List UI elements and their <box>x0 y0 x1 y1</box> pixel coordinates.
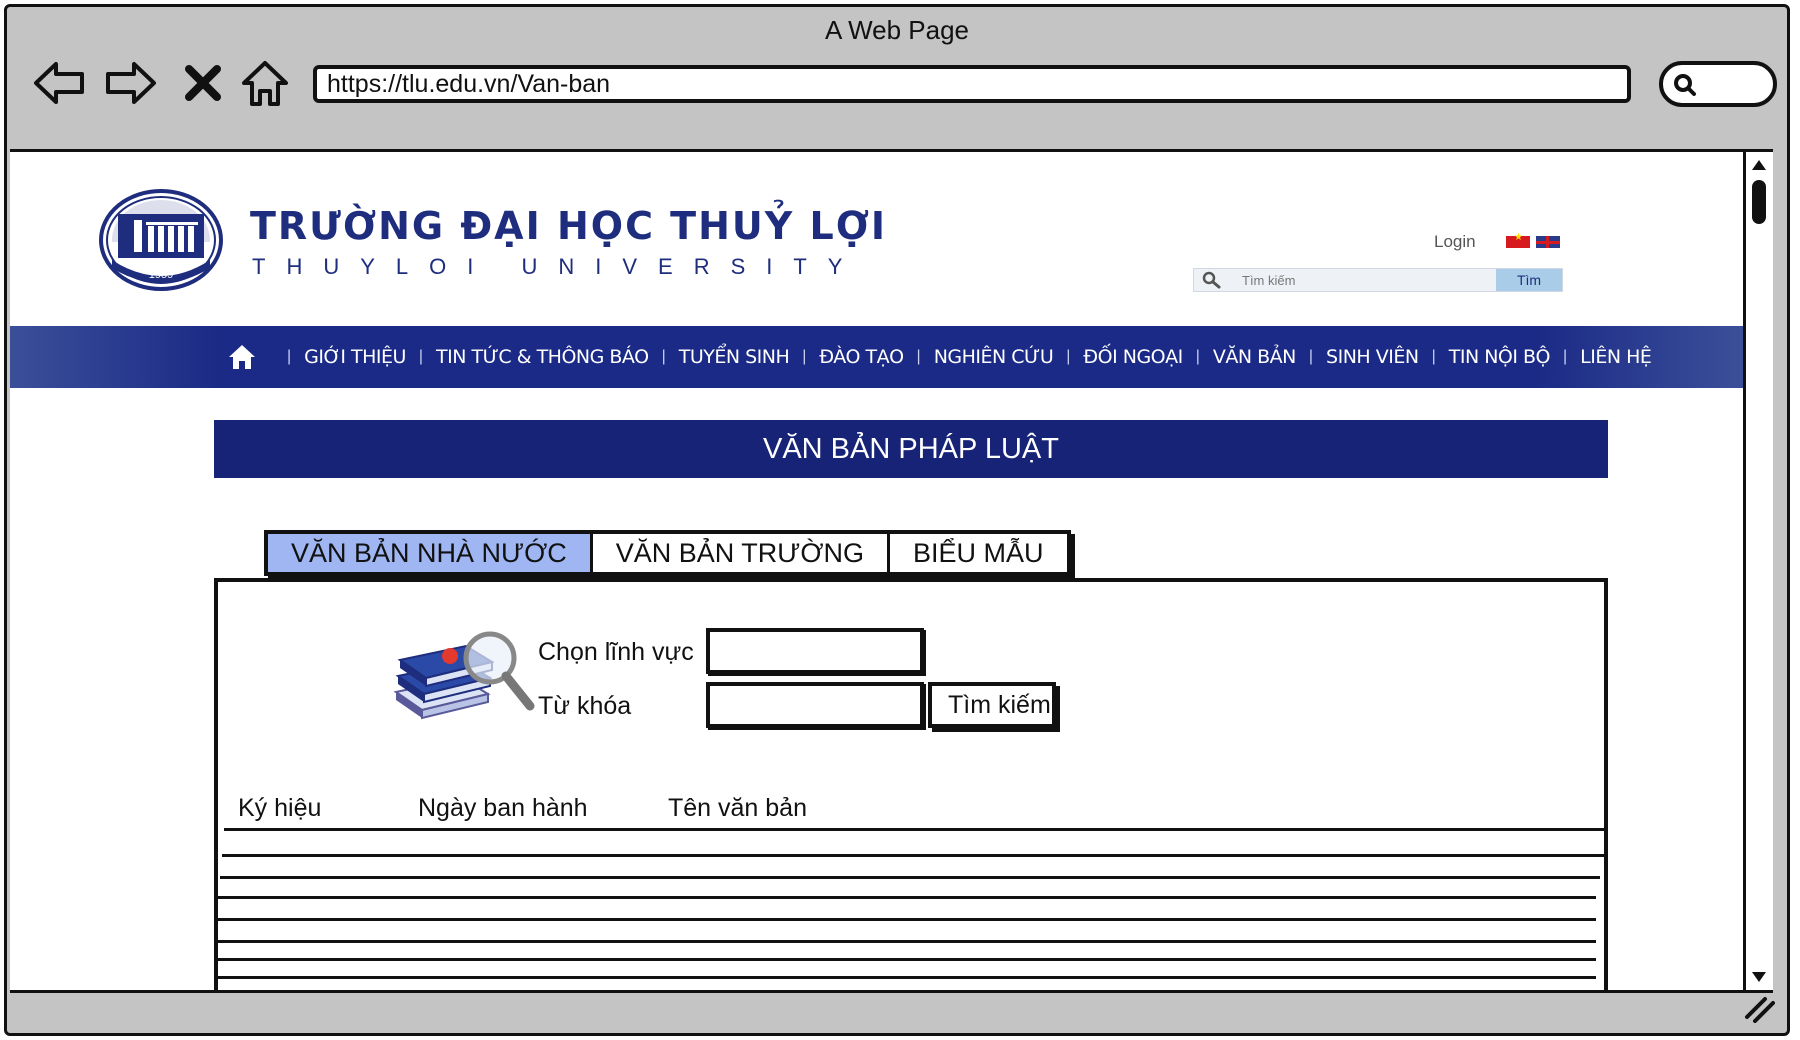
keyword-label: Từ khóa <box>538 692 632 720</box>
nav-item[interactable]: LIÊN HỆ <box>1580 346 1652 368</box>
nav-separator: | <box>1195 348 1200 365</box>
section-title: VĂN BẢN PHÁP LUẬT <box>214 420 1608 478</box>
search-icon <box>1674 74 1696 96</box>
nav-item[interactable]: GIỚI THIỆU <box>304 346 406 368</box>
nav-item[interactable]: TIN TỨC & THÔNG BÁO <box>436 346 649 368</box>
english-flag-icon[interactable] <box>1536 236 1560 248</box>
svg-text:1959: 1959 <box>149 269 173 281</box>
search-panel: Chọn lĩnh vực Từ khóa Tìm kiếm Ký hiệu N… <box>214 578 1608 990</box>
search-button[interactable]: Tìm kiếm <box>928 682 1056 728</box>
column-header-title: Tên văn bản <box>668 794 807 822</box>
resize-grip-icon[interactable] <box>1743 995 1775 1023</box>
close-icon[interactable] <box>173 53 233 113</box>
table-row <box>218 896 1596 899</box>
field-select[interactable] <box>706 628 924 674</box>
nav-separator: | <box>287 348 292 365</box>
scroll-up-icon[interactable] <box>1748 154 1770 176</box>
vertical-scrollbar[interactable] <box>1743 152 1773 990</box>
nav-item[interactable]: NGHIÊN CỨU <box>934 346 1054 368</box>
table-row <box>218 940 1596 943</box>
site-search-placeholder: Tìm kiếm <box>1242 273 1296 288</box>
nav-item[interactable]: SINH VIÊN <box>1326 346 1419 368</box>
nav-separator: | <box>802 348 807 365</box>
forward-icon[interactable] <box>101 53 161 113</box>
back-icon[interactable] <box>29 53 89 113</box>
scrollbar-thumb[interactable] <box>1752 180 1766 224</box>
table-row <box>222 854 1604 857</box>
browser-search-box[interactable] <box>1659 61 1777 107</box>
tab-1[interactable]: VĂN BẢN TRƯỜNG <box>593 534 890 572</box>
university-subtitle: THUYLOI UNIVERSITY <box>252 254 864 279</box>
table-header-divider <box>224 828 1604 831</box>
page-viewport: 1959 TRƯỜNG ĐẠI HỌC THUỶ LỢI THUYLOI UNI… <box>10 149 1773 993</box>
site-search-box[interactable]: Tìm kiếm Tìm <box>1193 268 1563 292</box>
books-magnifier-icon <box>393 631 535 720</box>
nav-item[interactable]: ĐÀO TẠO <box>819 346 904 368</box>
column-header-date: Ngày ban hành <box>418 794 588 822</box>
nav-separator: | <box>661 348 666 365</box>
nav-item[interactable]: ĐỐI NGOẠI <box>1083 346 1183 368</box>
nav-item[interactable]: TUYỂN SINH <box>679 346 790 368</box>
nav-separator: | <box>418 348 424 365</box>
table-row <box>218 976 1596 979</box>
field-label: Chọn lĩnh vực <box>538 638 694 666</box>
nav-home-icon[interactable] <box>228 341 260 373</box>
table-row <box>218 958 1596 961</box>
window-title: A Web Page <box>824 15 970 45</box>
nav-separator: | <box>1066 348 1071 365</box>
tab-0[interactable]: VĂN BẢN NHÀ NƯỚC <box>268 534 593 572</box>
table-row <box>220 876 1600 879</box>
university-logo: 1959 <box>99 189 223 291</box>
keyword-input[interactable] <box>706 682 924 728</box>
nav-separator: | <box>1308 348 1314 365</box>
main-navigation: | GIỚI THIỆU | TIN TỨC & THÔNG BÁO | TUYỂN SI… <box>10 326 1743 388</box>
nav-separator: | <box>1563 348 1568 365</box>
site-search-button[interactable]: Tìm <box>1496 269 1562 291</box>
status-bar <box>7 983 1787 1033</box>
nav-item[interactable]: TIN NỘI BỘ <box>1449 346 1551 368</box>
nav-item[interactable]: VĂN BẢN <box>1213 346 1297 368</box>
search-icon <box>1202 271 1221 289</box>
login-link[interactable]: Login <box>1434 232 1476 252</box>
browser-window: A Web Page https://tlu.edu.vn/Van-ban 19… <box>4 4 1790 1036</box>
table-row <box>218 918 1596 921</box>
tab-2[interactable]: BIỂU MẪU <box>890 534 1067 572</box>
home-icon[interactable] <box>235 53 295 113</box>
nav-separator: | <box>916 348 921 365</box>
university-name: TRƯỜNG ĐẠI HỌC THUỶ LỢI <box>250 204 888 248</box>
document-tabs: VĂN BẢN NHÀ NƯỚC VĂN BẢN TRƯỜNG BIỂU MẪU <box>264 530 1071 576</box>
address-bar[interactable]: https://tlu.edu.vn/Van-ban <box>313 65 1631 103</box>
vietnamese-flag-icon[interactable] <box>1506 232 1530 248</box>
nav-separator: | <box>1431 348 1436 365</box>
column-header-symbol: Ký hiệu <box>238 794 322 822</box>
